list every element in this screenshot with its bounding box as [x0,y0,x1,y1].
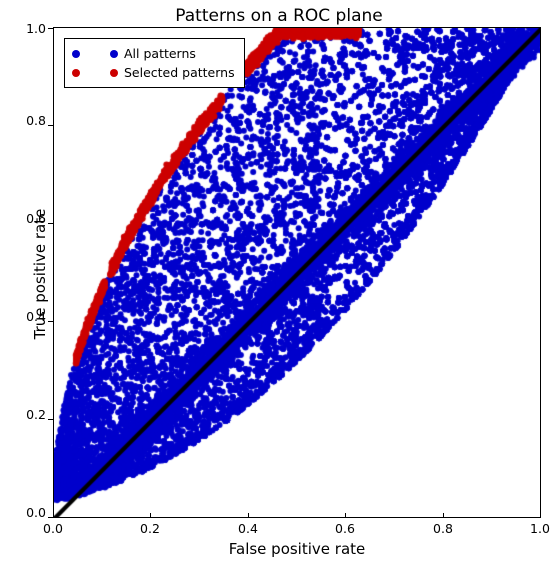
x-tick-label: 0.0 [43,521,63,536]
x-tick-label: 1.0 [530,521,550,536]
x-tick-label: 0.8 [433,521,453,536]
y-tick-mark [48,125,53,126]
legend-label: Selected patterns [124,65,235,80]
x-tick-label: 0.4 [238,521,258,536]
x-tick-label: 0.2 [140,521,160,536]
legend-item-all-patterns: All patterns [72,44,235,63]
y-tick-mark [48,517,53,518]
legend-marker-group [72,68,124,77]
legend-dot-icon [110,49,118,58]
legend-dot-icon [72,68,80,77]
y-axis-label: True positive rate [31,208,49,340]
legend: All patterns Selected patterns [64,38,245,88]
y-tick-label: 0.0 [26,505,46,520]
legend-label: All patterns [124,46,196,61]
page-title: Patterns on a ROC plane [175,6,383,26]
roc-scatter-figure: Patterns on a ROC plane True positive ra… [0,0,558,568]
y-tick-mark [48,419,53,420]
plot-area [53,27,541,518]
x-tick-mark [53,513,54,518]
y-tick-label: 1.0 [26,21,46,36]
y-tick-label: 0.6 [26,211,46,226]
legend-marker-group [72,49,124,58]
y-tick-label: 0.4 [26,309,46,324]
y-tick-mark [48,223,53,224]
legend-dot-icon [110,68,118,77]
x-tick-label: 0.6 [335,521,355,536]
x-axis-label: False positive rate [228,540,366,558]
y-tick-label: 0.2 [26,407,46,422]
legend-item-selected-patterns: Selected patterns [72,63,235,82]
x-tick-mark [150,513,151,518]
x-tick-mark [540,513,541,518]
scatter-plot-canvas [54,28,540,517]
y-tick-mark [48,321,53,322]
x-tick-mark [443,513,444,518]
x-tick-mark [345,513,346,518]
y-tick-mark [48,28,53,29]
legend-dot-icon [72,49,80,58]
x-tick-mark [248,513,249,518]
y-tick-label: 0.8 [26,113,46,128]
